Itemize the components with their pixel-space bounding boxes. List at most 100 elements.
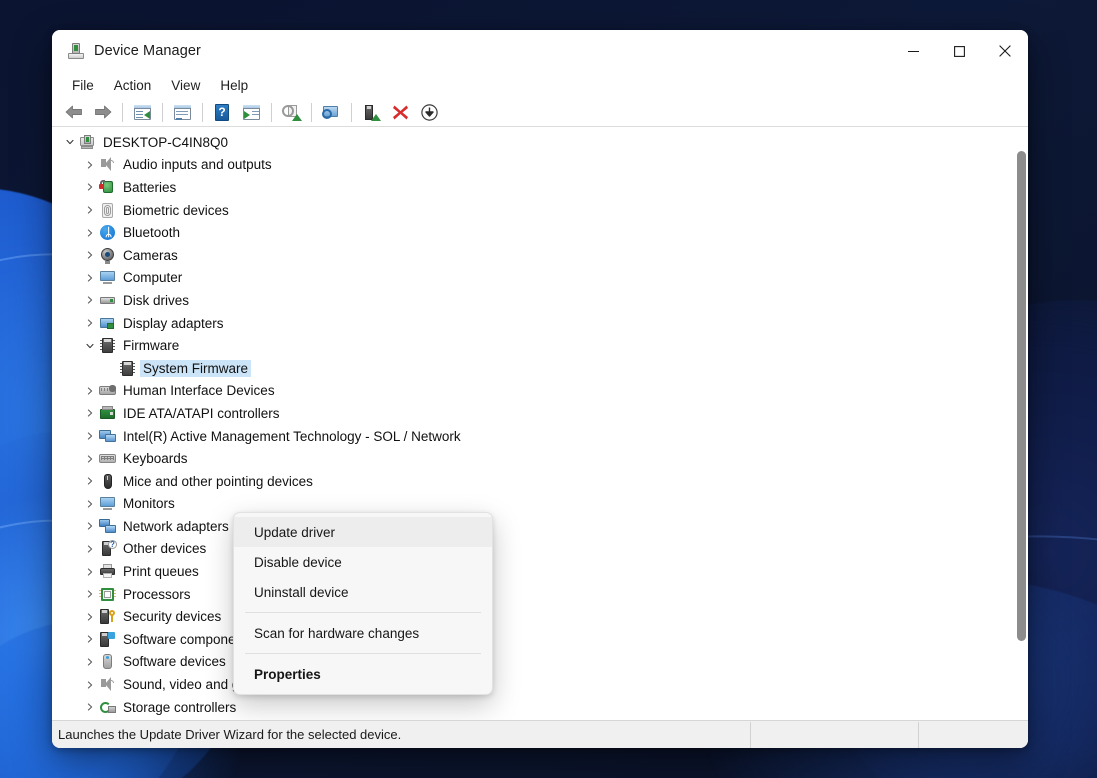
action-panel-button[interactable]	[238, 100, 265, 125]
menu-file[interactable]: File	[62, 75, 104, 96]
menu-view[interactable]: View	[161, 75, 210, 96]
chevron-right-icon[interactable]	[82, 677, 98, 693]
chevron-right-icon[interactable]	[82, 292, 98, 308]
tree-item[interactable]: Mice and other pointing devices	[52, 470, 1013, 493]
tree-item[interactable]: Human Interface Devices	[52, 380, 1013, 403]
tree-item[interactable]: Storage controllers	[52, 696, 1013, 719]
tree-item-label: System Firmware	[140, 360, 251, 377]
chevron-down-icon[interactable]	[82, 338, 98, 354]
tree-item[interactable]: Processors	[52, 583, 1013, 606]
maximize-button[interactable]	[936, 30, 982, 72]
forward-button[interactable]	[89, 100, 116, 125]
menu-help[interactable]: Help	[210, 75, 258, 96]
update-driver-button[interactable]	[278, 100, 305, 125]
scan-for-hardware-changes-button[interactable]	[318, 100, 345, 125]
tree-item[interactable]: Network adapters	[52, 515, 1013, 538]
toolbar-separator	[202, 103, 203, 122]
toolbar-separator	[311, 103, 312, 122]
tree-item[interactable]: Audio inputs and outputs	[52, 154, 1013, 177]
status-bar-divider-1	[750, 722, 751, 748]
tree-item[interactable]: Computer	[52, 267, 1013, 290]
chevron-right-icon[interactable]	[82, 225, 98, 241]
monitor-icon	[99, 269, 116, 286]
chevron-right-icon[interactable]	[82, 405, 98, 421]
monitor-icon	[99, 495, 116, 512]
tree-item[interactable]: Software components	[52, 628, 1013, 651]
close-button[interactable]	[982, 30, 1028, 72]
back-button[interactable]	[60, 100, 87, 125]
uninstall-device-button[interactable]	[387, 100, 414, 125]
tree-item[interactable]: Display adapters	[52, 312, 1013, 335]
disk-drive-icon	[99, 292, 116, 309]
install-legacy-hardware-button[interactable]	[416, 100, 443, 125]
chevron-right-icon[interactable]	[82, 586, 98, 602]
minimize-button[interactable]	[890, 30, 936, 72]
tree-item[interactable]: ?Other devices	[52, 538, 1013, 561]
toolbar-separator	[271, 103, 272, 122]
content-area: DESKTOP-C4IN8Q0Audio inputs and outputsB…	[52, 127, 1028, 720]
tree-root-node[interactable]: DESKTOP-C4IN8Q0	[52, 131, 1013, 154]
chevron-right-icon[interactable]	[82, 315, 98, 331]
tree-item[interactable]: IDE ATA/ATAPI controllers	[52, 402, 1013, 425]
chevron-right-icon[interactable]	[82, 541, 98, 557]
tree-item[interactable]: Batteries	[52, 176, 1013, 199]
chevron-right-icon[interactable]	[82, 179, 98, 195]
other-device-question-icon: ?	[99, 540, 116, 557]
speaker-icon	[99, 156, 116, 173]
scrollbar-thumb[interactable]	[1017, 151, 1026, 641]
tree-item[interactable]: Monitors	[52, 493, 1013, 516]
chevron-right-icon[interactable]	[82, 270, 98, 286]
context-update-driver[interactable]: Update driver	[234, 517, 492, 547]
tree-item[interactable]: Intel(R) Active Management Technology - …	[52, 425, 1013, 448]
tree-item[interactable]: Print queues	[52, 560, 1013, 583]
chevron-right-icon[interactable]	[82, 609, 98, 625]
properties-button[interactable]	[169, 100, 196, 125]
update-driver-gear-icon	[282, 104, 301, 121]
chevron-right-icon[interactable]	[82, 699, 98, 715]
display-adapter-icon	[99, 315, 116, 332]
tree-item[interactable]: System Firmware	[52, 357, 1013, 380]
chevron-right-icon[interactable]	[82, 451, 98, 467]
chevron-down-icon[interactable]	[62, 134, 78, 150]
tree-no-chevron	[102, 360, 118, 376]
tree-item[interactable]: Software devices	[52, 651, 1013, 674]
context-disable-device[interactable]: Disable device	[234, 547, 492, 577]
chevron-right-icon[interactable]	[82, 473, 98, 489]
download-circle-icon	[421, 104, 438, 121]
properties-window-icon	[173, 104, 192, 121]
chevron-right-icon[interactable]	[82, 202, 98, 218]
chevron-right-icon[interactable]	[82, 518, 98, 534]
help-button[interactable]: ?	[209, 100, 236, 125]
chevron-right-icon[interactable]	[82, 564, 98, 580]
tree-item[interactable]: Sound, video and game controllers	[52, 673, 1013, 696]
tree-item-label: Computer	[123, 270, 182, 285]
chevron-right-icon[interactable]	[82, 383, 98, 399]
console-tree-button[interactable]	[129, 100, 156, 125]
computer-tower-icon	[79, 134, 96, 151]
context-menu[interactable]: Update driverDisable deviceUninstall dev…	[233, 512, 493, 695]
device-tree[interactable]: DESKTOP-C4IN8Q0Audio inputs and outputsB…	[52, 127, 1013, 720]
tree-item[interactable]: Disk drives	[52, 289, 1013, 312]
enable-device-button[interactable]	[358, 100, 385, 125]
chevron-right-icon[interactable]	[82, 247, 98, 263]
chevron-right-icon[interactable]	[82, 654, 98, 670]
tree-item[interactable]: Biometric devices	[52, 199, 1013, 222]
chevron-right-icon[interactable]	[82, 428, 98, 444]
menu-action[interactable]: Action	[104, 75, 162, 96]
chevron-right-icon[interactable]	[82, 631, 98, 647]
tree-item[interactable]: Security devices	[52, 605, 1013, 628]
chevron-right-icon[interactable]	[82, 496, 98, 512]
tree-scrollbar[interactable]	[1013, 127, 1028, 720]
chevron-right-icon[interactable]	[82, 157, 98, 173]
context-uninstall-device[interactable]: Uninstall device	[234, 577, 492, 607]
context-scan-for-hardware-changes[interactable]: Scan for hardware changes	[234, 618, 492, 648]
printer-icon	[99, 563, 116, 580]
context-properties[interactable]: Properties	[234, 659, 492, 689]
title-bar[interactable]: Device Manager	[52, 30, 1028, 72]
tree-item[interactable]: ᛦBluetooth	[52, 221, 1013, 244]
firmware-chip-icon	[99, 337, 116, 354]
tree-item[interactable]: Firmware	[52, 334, 1013, 357]
tree-item[interactable]: Keyboards	[52, 447, 1013, 470]
tree-item[interactable]: Cameras	[52, 244, 1013, 267]
enable-device-icon	[362, 104, 381, 121]
